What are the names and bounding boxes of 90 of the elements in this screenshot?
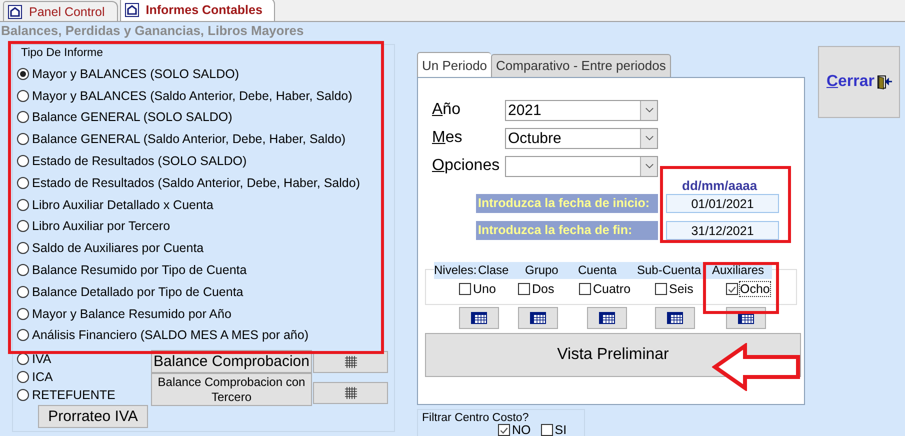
column-heading: Cuenta <box>578 262 618 279</box>
grid-icon <box>344 387 356 400</box>
column-heading: Grupo <box>525 262 560 279</box>
radio-option[interactable]: Mayor y BALANCES (SOLO SALDO) <box>17 63 240 85</box>
radio-button[interactable] <box>17 155 29 168</box>
checkbox-option[interactable]: Dos <box>518 282 579 296</box>
dropdown[interactable]: 2021 <box>505 100 658 120</box>
checkbox[interactable] <box>498 424 510 436</box>
radio-button[interactable] <box>17 68 29 80</box>
date-label: Introduzca la fecha de inicio: <box>476 194 658 213</box>
radio-option[interactable]: Libro Auxiliar por Tercero <box>17 216 170 238</box>
date-field[interactable]: 01/01/2021 <box>666 194 779 213</box>
checkbox[interactable] <box>518 283 530 295</box>
checkbox[interactable] <box>459 283 471 295</box>
radio-option[interactable]: ICA <box>17 368 53 386</box>
date-format-hint: dd/mm/aaaa <box>682 178 758 193</box>
dropdown[interactable]: Octubre <box>505 128 658 148</box>
section-title: Balances, Perdidas y Ganancias, Libros Mayores <box>0 22 305 39</box>
tab[interactable]: Un Periodo <box>417 52 492 77</box>
tab[interactable]: Comparativo - Entre periodos <box>491 54 671 77</box>
field-label: Mes <box>432 129 464 147</box>
table-icon <box>530 312 546 324</box>
field-label: Año <box>432 101 462 119</box>
column-heading: Clase <box>478 262 510 279</box>
table-button[interactable] <box>518 307 558 329</box>
chevron-icon <box>640 156 657 176</box>
column-heading: Sub-Cuenta <box>637 262 702 279</box>
door-exit-icon <box>876 74 892 90</box>
radio-option[interactable]: Libro Auxiliar Detallado x Cuenta <box>17 194 214 216</box>
levels-label: Niveles: <box>434 262 478 279</box>
radio-button[interactable] <box>17 264 29 276</box>
prorate-button[interactable]: Prorrateo IVA <box>38 405 148 428</box>
chevron-icon <box>640 128 657 148</box>
radio-button[interactable] <box>17 329 29 342</box>
grid-button[interactable] <box>313 382 388 404</box>
radio-button[interactable] <box>17 371 29 384</box>
checkbox-option[interactable]: Ocho <box>726 282 796 296</box>
radio-option[interactable]: Análisis Financiero (SALDO MES A MES por año) <box>17 324 309 346</box>
radio-button[interactable] <box>17 353 29 366</box>
radio-option[interactable]: Balance Resumido por Tipo de Cuenta <box>17 259 247 281</box>
group-legend: Tipo De Informe <box>19 47 106 59</box>
radio-button[interactable] <box>17 111 29 124</box>
checkbox[interactable] <box>540 424 553 436</box>
field-label: Opciones <box>432 157 501 175</box>
chevron-icon <box>640 100 657 120</box>
date-field[interactable]: 31/12/2021 <box>666 221 779 240</box>
close-button[interactable]: Cerrar <box>818 46 900 118</box>
radio-button[interactable] <box>17 242 29 254</box>
radio-button[interactable] <box>17 176 29 189</box>
table-icon <box>599 312 615 324</box>
radio-button[interactable] <box>17 286 29 298</box>
radio-button[interactable] <box>17 90 29 102</box>
radio-option[interactable]: Mayor y Balance Resumido por Año <box>17 302 232 325</box>
table-button[interactable] <box>655 307 695 329</box>
checkbox-option[interactable]: Cuatro <box>579 282 655 296</box>
checkbox-option[interactable]: SI <box>540 423 567 436</box>
radio-button[interactable] <box>17 220 29 232</box>
radio-button[interactable] <box>17 133 29 146</box>
home-icon <box>8 4 22 18</box>
checkbox[interactable] <box>655 283 667 295</box>
radio-option[interactable]: RETEFUENTE <box>17 386 116 404</box>
radio-option[interactable]: IVA <box>17 350 52 368</box>
checkbox[interactable] <box>726 283 738 295</box>
tab[interactable]: Panel Control <box>3 1 118 21</box>
balance-button[interactable]: Balance Comprobacion con Tercero <box>151 373 312 406</box>
table-icon <box>471 312 487 324</box>
radio-button[interactable] <box>17 308 29 320</box>
checkbox-option[interactable]: Uno <box>459 282 518 296</box>
radio-option[interactable]: Balance GENERAL (Saldo Anterior, Debe, Haber, Saldo) <box>17 128 346 150</box>
radio-button[interactable] <box>17 389 29 402</box>
radio-button[interactable] <box>17 198 29 211</box>
checkbox-option[interactable]: Seis <box>655 282 726 296</box>
radio-option[interactable]: Estado de Resultados (SOLO SALDO) <box>17 150 247 172</box>
radio-option[interactable]: Balance GENERAL (SOLO SALDO) <box>17 106 232 128</box>
date-label: Introduzca la fecha de fin: <box>476 221 658 240</box>
checkbox-option[interactable]: NO <box>498 423 531 436</box>
radio-option[interactable]: Balance Detallado por Tipo de Cuenta <box>17 280 244 303</box>
home-icon <box>124 3 139 17</box>
dropdown[interactable] <box>505 156 658 176</box>
radio-option[interactable]: Mayor y BALANCES (Saldo Anterior, Debe, Haber, Saldo) <box>17 84 352 107</box>
table-button[interactable] <box>459 307 499 329</box>
table-button[interactable] <box>587 307 627 329</box>
radio-option[interactable]: Saldo de Auxiliares por Cuenta <box>17 237 204 260</box>
tab[interactable]: Informes Contables <box>120 0 276 21</box>
radio-option[interactable]: Estado de Resultados (Saldo Anterior, Debe, Haber, Saldo) <box>17 172 360 194</box>
group-legend: Filtrar Centro Costo? <box>420 412 531 424</box>
checkbox[interactable] <box>579 283 591 295</box>
column-heading: Auxiliares <box>712 262 766 279</box>
grid-icon <box>344 356 356 368</box>
table-icon <box>667 312 683 324</box>
